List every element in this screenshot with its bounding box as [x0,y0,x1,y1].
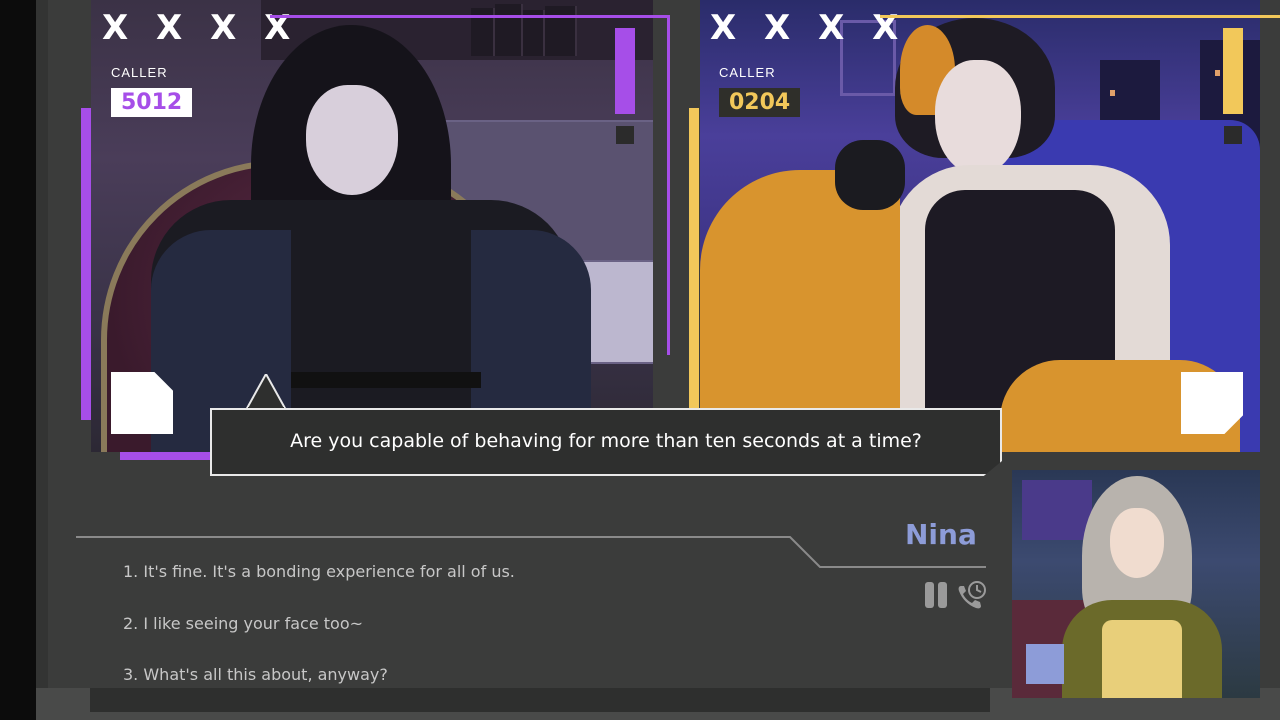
caller2-status-dot [1224,126,1242,144]
character-face [306,85,398,195]
caller2-accent-left [689,108,699,408]
caller2-corner-tab [1181,372,1243,434]
book [495,4,523,56]
caller2-top-line [880,15,1280,18]
caller1-right-line [667,15,670,355]
caller2-label: CALLER [719,65,776,80]
player-top [1102,620,1182,698]
player-face [1110,508,1164,578]
caller1-number: 5012 [111,88,193,117]
caller1-label: CALLER [111,65,168,80]
choice-1[interactable]: 1. It's fine. It's a bonding experience … [123,562,515,581]
choice-3[interactable]: 3. What's all this about, anyway? [123,665,388,684]
window-light [1215,70,1220,76]
dialogue-line[interactable]: Are you capable of behaving for more tha… [210,408,1002,476]
bottom-bar-inset [90,688,990,712]
call-controls [925,581,986,609]
character-face [935,60,1021,175]
belt [291,372,481,388]
call-history-icon[interactable] [958,581,986,609]
speaker-name: Nina [905,518,977,551]
glove [835,140,905,210]
book [545,6,577,56]
window-light [1110,90,1115,96]
pause-icon[interactable] [925,582,947,608]
caller1-accent-left [81,108,91,420]
caller1-status-dot [616,126,634,144]
left-edge-strip [0,0,36,720]
caller-panel-5012 [91,0,653,452]
caller1-top-line [270,15,670,18]
caller1-status-bar [615,28,635,114]
choice-2[interactable]: 2. I like seeing your face too~ [123,614,363,633]
caller1-marks: X X X X [102,8,299,48]
speech-bubble-tail [246,374,286,410]
caller2-marks: X X X X [710,8,907,48]
caller2-status-bar [1223,28,1243,114]
caller-panel-0204 [700,0,1260,452]
portrait-corner-tab [1026,644,1064,684]
caller2-number: 0204 [719,88,801,117]
portrait-window [1022,480,1092,540]
